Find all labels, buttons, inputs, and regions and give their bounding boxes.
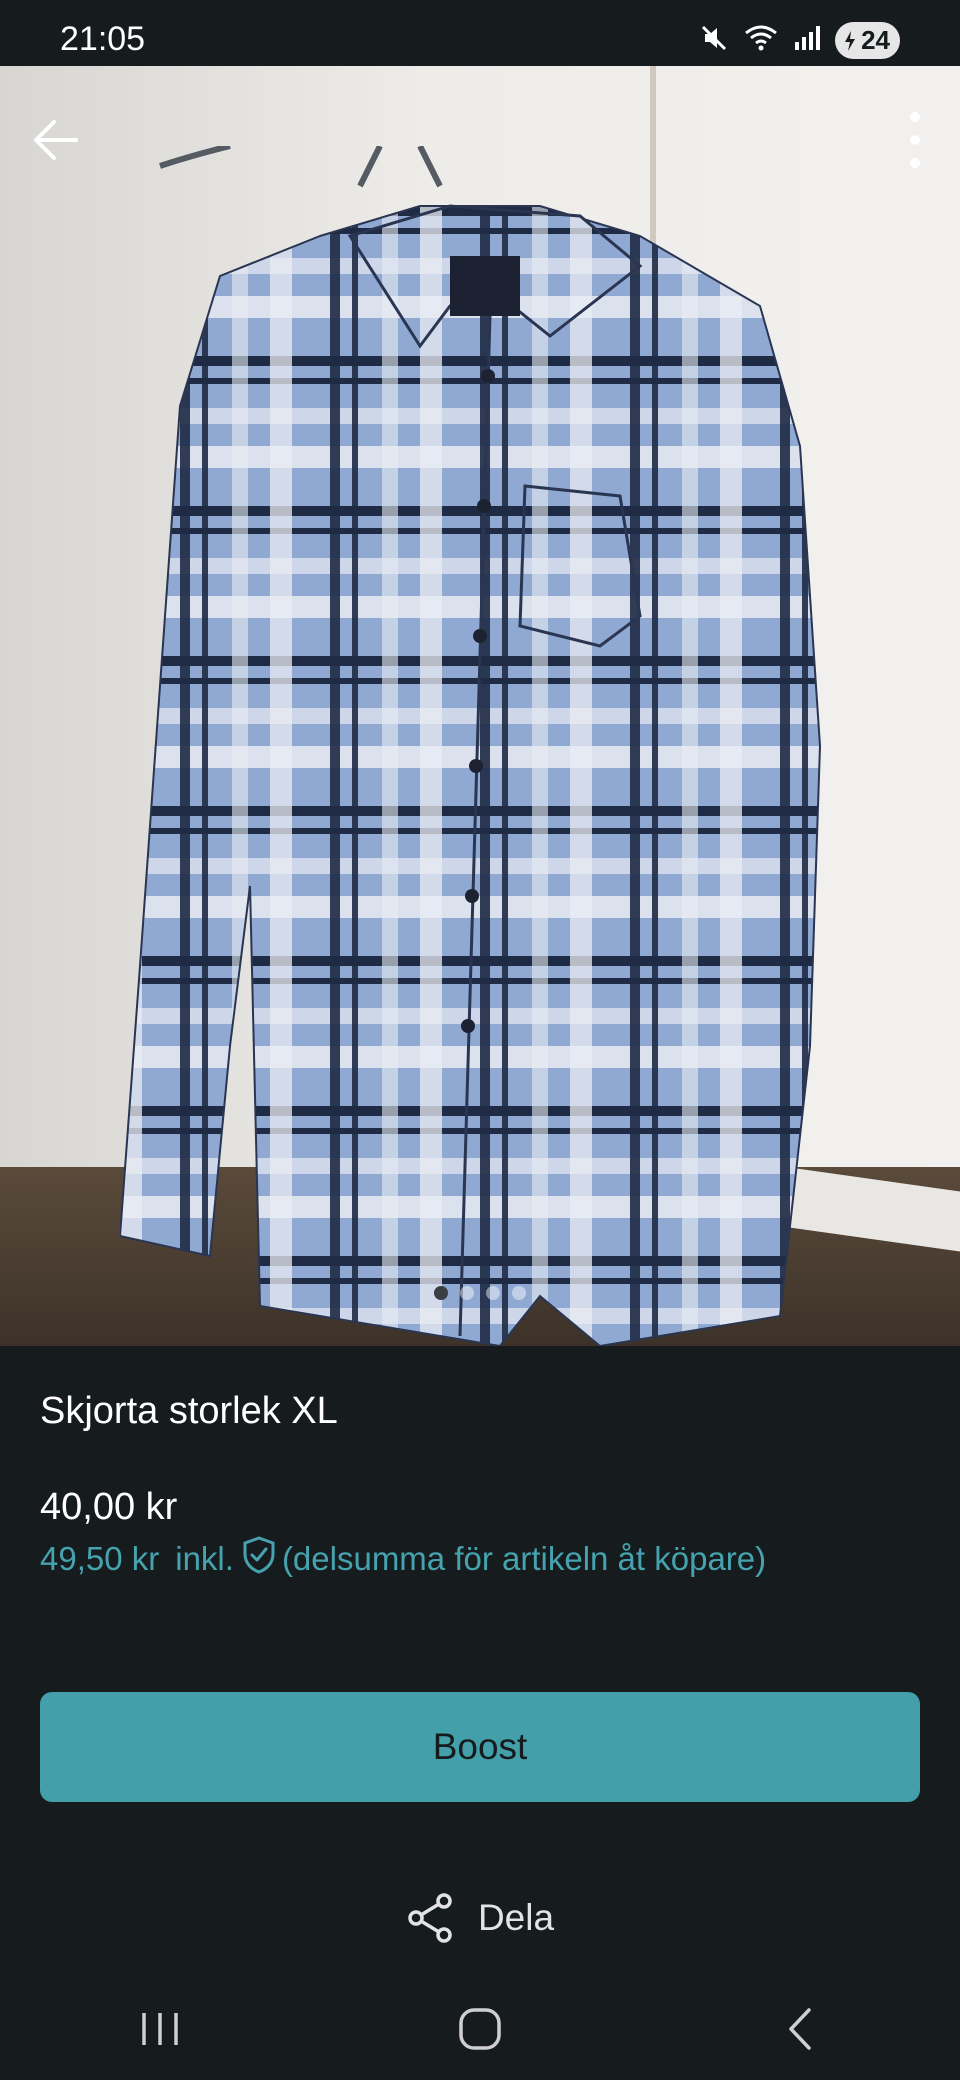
buyer-price-line[interactable]: 49,50 kr inkl. (delsumma för artikeln åt… xyxy=(40,1536,766,1582)
share-button[interactable]: Dela xyxy=(0,1888,960,1948)
mute-icon xyxy=(699,23,729,58)
recent-apps-button[interactable] xyxy=(100,1989,220,2069)
system-back-button[interactable] xyxy=(740,1989,860,2069)
gallery-pager[interactable] xyxy=(0,1286,960,1300)
more-vertical-icon xyxy=(910,112,920,168)
listing-price: 40,00 kr xyxy=(40,1486,178,1528)
battery-icon: 24 xyxy=(835,22,900,59)
wifi-icon xyxy=(743,23,779,58)
system-nav-bar xyxy=(0,1978,960,2080)
listing-title: Skjorta storlek XL xyxy=(40,1390,338,1432)
gallery-dot[interactable] xyxy=(434,1286,448,1300)
more-options-button[interactable] xyxy=(890,105,940,175)
chevron-left-icon xyxy=(789,2008,811,2050)
status-time: 21:05 xyxy=(60,20,146,58)
status-bar: 21:05 24 xyxy=(0,0,960,66)
gallery-dot[interactable] xyxy=(486,1286,500,1300)
recent-apps-icon xyxy=(142,2013,178,2045)
buyer-price-incl-label: inkl. xyxy=(175,1540,234,1577)
listing-photo[interactable] xyxy=(0,66,960,1346)
gallery-dot[interactable] xyxy=(512,1286,526,1300)
home-icon xyxy=(459,2008,501,2050)
buyer-price: 49,50 kr xyxy=(40,1540,160,1577)
buyer-price-note: (delsumma för artikeln åt köpare) xyxy=(281,1540,767,1577)
battery-level: 24 xyxy=(861,25,890,55)
boost-button[interactable]: Boost xyxy=(40,1692,920,1802)
shirt-illustration xyxy=(118,143,822,1346)
signal-icon xyxy=(793,24,821,57)
back-button[interactable] xyxy=(26,110,86,170)
shirt-image xyxy=(118,143,840,1346)
home-button[interactable] xyxy=(420,1989,540,2069)
share-label: Dela xyxy=(477,1897,555,1938)
share-icon xyxy=(408,1893,452,1943)
arrow-left-icon xyxy=(34,120,78,160)
status-icons: 24 xyxy=(699,22,900,59)
gallery-dot[interactable] xyxy=(460,1286,474,1300)
shield-check-icon xyxy=(242,1536,276,1582)
